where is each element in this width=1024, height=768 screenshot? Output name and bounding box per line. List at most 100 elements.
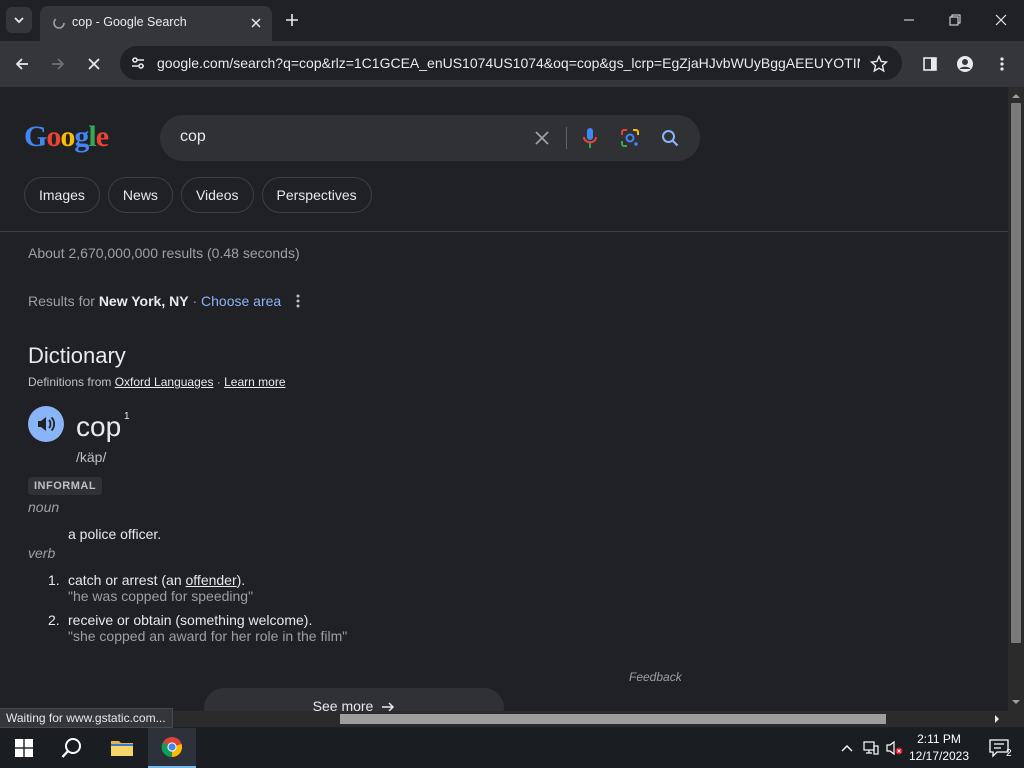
- notifications-button[interactable]: 2: [976, 728, 1024, 768]
- source-sep: ·: [213, 375, 225, 389]
- file-explorer-button[interactable]: [98, 728, 146, 768]
- close-icon: [535, 131, 549, 145]
- page-content: Google Images News Videos Perspectives A…: [0, 87, 1008, 711]
- feedback-link[interactable]: Feedback: [629, 670, 682, 684]
- network-tray-button[interactable]: [860, 728, 882, 768]
- side-panel-button[interactable]: [916, 50, 944, 78]
- definition-verb-2: receive or obtain (something welcome).: [68, 612, 313, 628]
- forward-button[interactable]: [44, 50, 72, 78]
- close-window-button[interactable]: [978, 6, 1024, 34]
- profile-button[interactable]: [951, 50, 979, 78]
- register-label: INFORMAL: [28, 477, 103, 495]
- location-line: Results for New York, NY · Choose area: [28, 293, 281, 309]
- chip-images[interactable]: Images: [24, 177, 100, 213]
- restore-button[interactable]: [932, 6, 978, 34]
- search-button[interactable]: [658, 126, 682, 150]
- definition-number: 1.: [48, 572, 60, 588]
- chrome-icon: [161, 737, 183, 758]
- start-button[interactable]: [0, 728, 48, 768]
- windows-logo-icon: [15, 739, 33, 757]
- star-icon: [870, 55, 888, 73]
- camera-lens-icon: [621, 129, 639, 147]
- clock-date: 12/17/2023: [908, 749, 970, 763]
- location-more-button[interactable]: [288, 290, 308, 312]
- tab-title: cop - Google Search: [72, 15, 187, 29]
- new-tab-button[interactable]: [280, 8, 304, 32]
- scroll-right-icon: [995, 715, 999, 723]
- network-icon: [863, 741, 879, 755]
- bookmark-button[interactable]: [868, 53, 890, 75]
- clock-time: 2:11 PM: [917, 732, 961, 746]
- microphone-icon: [583, 128, 597, 148]
- vertical-scroll-thumb[interactable]: [1011, 103, 1021, 643]
- see-more-button[interactable]: See more: [204, 688, 504, 711]
- logo-letter: e: [95, 120, 109, 153]
- definition-text: ).: [236, 572, 246, 588]
- tab-active[interactable]: cop - Google Search: [40, 6, 272, 41]
- chip-videos[interactable]: Videos: [180, 177, 254, 213]
- volume-icon: [38, 416, 56, 432]
- search-icon: [61, 738, 81, 758]
- stop-loading-button[interactable]: [80, 50, 108, 78]
- offender-link[interactable]: offender: [186, 572, 237, 588]
- site-info-button[interactable]: [128, 53, 148, 73]
- menu-button[interactable]: [988, 50, 1016, 78]
- minimize-icon: [904, 19, 914, 21]
- back-button[interactable]: [8, 50, 36, 78]
- definition-noun: a police officer.: [68, 526, 162, 542]
- lens-search-button[interactable]: [618, 126, 642, 150]
- logo-letter: g: [74, 120, 89, 153]
- search-box: [160, 115, 700, 161]
- side-panel-icon: [923, 57, 937, 71]
- tray-clock[interactable]: 2:11 PM 12/17/2023: [906, 731, 972, 765]
- vertical-scrollbar[interactable]: [1008, 87, 1024, 711]
- location-place: New York, NY: [98, 293, 189, 309]
- tab-close-button[interactable]: [246, 13, 266, 33]
- location-prefix: Results for: [28, 293, 99, 309]
- oxford-languages-link[interactable]: Oxford Languages: [115, 375, 214, 389]
- see-more-label: See more: [312, 698, 374, 711]
- plus-icon: [286, 14, 298, 26]
- chevron-down-icon: [14, 17, 24, 24]
- tune-icon: [132, 57, 144, 69]
- definition-number: 2.: [48, 612, 60, 628]
- learn-more-link[interactable]: Learn more: [224, 375, 285, 389]
- choose-area-link[interactable]: Choose area: [201, 293, 281, 309]
- taskbar-search-button[interactable]: [48, 728, 96, 768]
- search-icon: [662, 130, 679, 147]
- definition-text: catch or arrest (an: [68, 572, 186, 588]
- example-verb-2: "she copped an award for her role in the…: [68, 628, 348, 644]
- url-text[interactable]: google.com/search?q=cop&rlz=1C1GCEA_enUS…: [157, 55, 860, 71]
- google-logo[interactable]: Google: [24, 120, 109, 154]
- scroll-up-icon: [1012, 94, 1020, 98]
- loading-favicon-icon: [53, 17, 65, 29]
- clear-search-button[interactable]: [530, 126, 554, 150]
- minimize-button[interactable]: [886, 6, 932, 34]
- definition-verb-1: catch or arrest (an offender).: [68, 572, 245, 588]
- logo-letter: l: [88, 120, 96, 153]
- status-bubble: Waiting for www.gstatic.com...: [0, 708, 173, 728]
- pronunciation-button[interactable]: [28, 406, 64, 442]
- volume-tray-button[interactable]: [884, 728, 906, 768]
- dictionary-title: Dictionary: [28, 343, 126, 368]
- arrow-right-icon: [52, 58, 65, 70]
- arrow-left-icon: [15, 58, 28, 70]
- search-input[interactable]: [180, 128, 510, 146]
- show-hidden-icons-button[interactable]: [836, 728, 858, 768]
- chrome-taskbar-button[interactable]: [148, 728, 196, 768]
- windows-taskbar: 2:11 PM 12/17/2023 2: [0, 728, 1024, 768]
- headword: cop: [76, 411, 122, 442]
- address-bar[interactable]: google.com/search?q=cop&rlz=1C1GCEA_enUS…: [120, 46, 902, 80]
- chip-news[interactable]: News: [107, 177, 173, 213]
- chevron-up-icon: [841, 745, 853, 752]
- logo-letter: o: [60, 120, 75, 153]
- more-vert-icon: [296, 294, 300, 308]
- chip-perspectives[interactable]: Perspectives: [261, 177, 372, 213]
- horizontal-scroll-thumb[interactable]: [340, 714, 886, 724]
- voice-search-button[interactable]: [578, 126, 602, 150]
- folder-icon: [111, 741, 133, 756]
- phonetic: /käp/: [76, 449, 107, 465]
- tab-search-button[interactable]: [6, 7, 32, 33]
- location-sep: ·: [188, 293, 202, 309]
- tab-strip: cop - Google Search: [0, 0, 1024, 41]
